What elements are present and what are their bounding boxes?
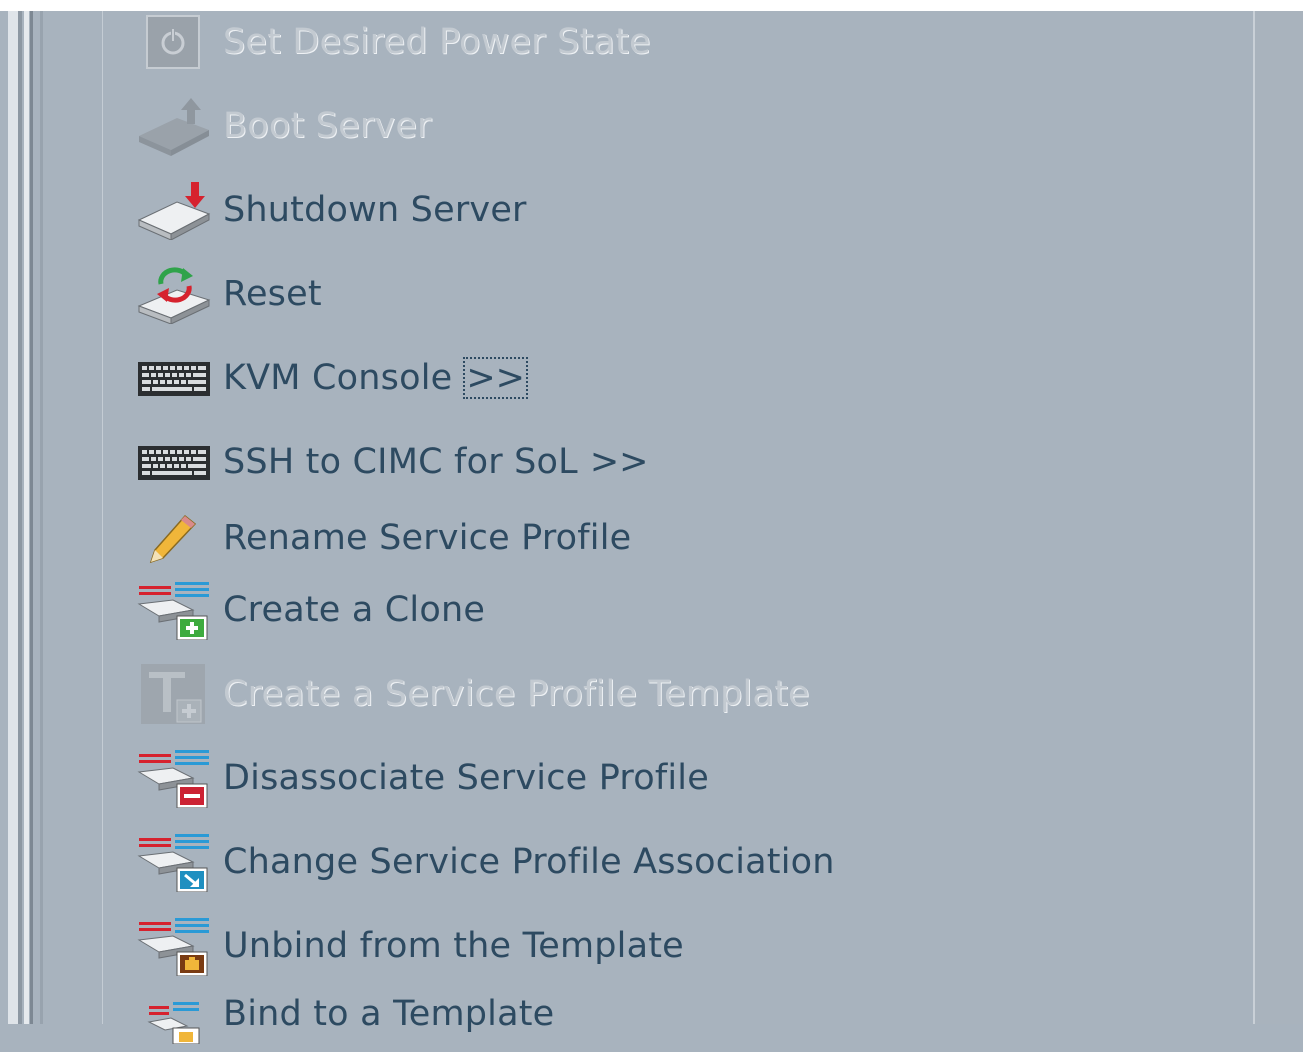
menu-item-label: KVM Console <box>223 358 453 398</box>
pencil-icon <box>137 508 211 568</box>
shutdown-server-icon <box>137 180 211 241</box>
menu-item-label: Shutdown Server <box>223 190 527 230</box>
menu-item-bind-template[interactable]: Bind to a Template <box>137 976 554 1052</box>
menu-item-label: SSH to CIMC for SoL <box>223 442 578 482</box>
boot-server-icon <box>137 96 211 156</box>
bind-template-icon <box>137 984 211 1045</box>
menu-item-create-sp-template[interactable]: Create a Service Profile Template <box>137 656 810 732</box>
kvm-console-expand-link[interactable]: >> <box>463 357 529 399</box>
keyboard-icon <box>137 348 211 408</box>
menu-item-label: Bind to a Template <box>223 994 555 1034</box>
menu-item-create-clone[interactable]: Create a Clone <box>137 572 485 648</box>
menu-item-label: Disassociate Service Profile <box>223 758 709 798</box>
reset-icon <box>137 264 211 325</box>
left-frame <box>0 11 60 1024</box>
template-icon <box>137 664 211 724</box>
menu-item-unbind-template[interactable]: Unbind from the Template <box>137 908 684 984</box>
menu-item-label: Set Desired Power State <box>223 22 651 62</box>
keyboard-icon <box>137 432 211 492</box>
menu-item-label: Reset <box>223 274 322 314</box>
menu-item-rename-service-profile[interactable]: Rename Service Profile <box>137 500 631 576</box>
menu-item-kvm-console[interactable]: KVM Console >> <box>137 340 529 416</box>
menu-item-boot-server[interactable]: Boot Server <box>137 88 432 164</box>
change-association-icon <box>137 832 211 893</box>
menu-item-label: Change Service Profile Association <box>223 842 835 882</box>
menu-item-label: Boot Server <box>223 106 432 146</box>
menu-item-label: Create a Clone <box>223 590 486 630</box>
menu-item-disassociate-sp[interactable]: Disassociate Service Profile <box>137 740 709 816</box>
menu-item-label: Rename Service Profile <box>223 518 632 558</box>
menu-item-set-desired-power-state[interactable]: Set Desired Power State <box>137 4 651 80</box>
disassociate-icon <box>137 748 211 809</box>
menu-item-reset[interactable]: Reset <box>137 256 322 332</box>
menu-item-change-sp-association[interactable]: Change Service Profile Association <box>137 824 835 900</box>
menu-item-label: Create a Service Profile Template <box>223 674 810 714</box>
power-icon <box>137 12 211 72</box>
clone-add-icon <box>137 580 211 641</box>
menu-item-shutdown-server[interactable]: Shutdown Server <box>137 172 527 248</box>
menu-item-ssh-cimc-sol[interactable]: SSH to CIMC for SoL >> <box>137 424 649 500</box>
ssh-sol-expand-link[interactable]: >> <box>590 442 649 482</box>
menu-item-label: Unbind from the Template <box>223 926 684 966</box>
unbind-template-icon <box>137 916 211 977</box>
right-scroll-area <box>1255 11 1303 1024</box>
